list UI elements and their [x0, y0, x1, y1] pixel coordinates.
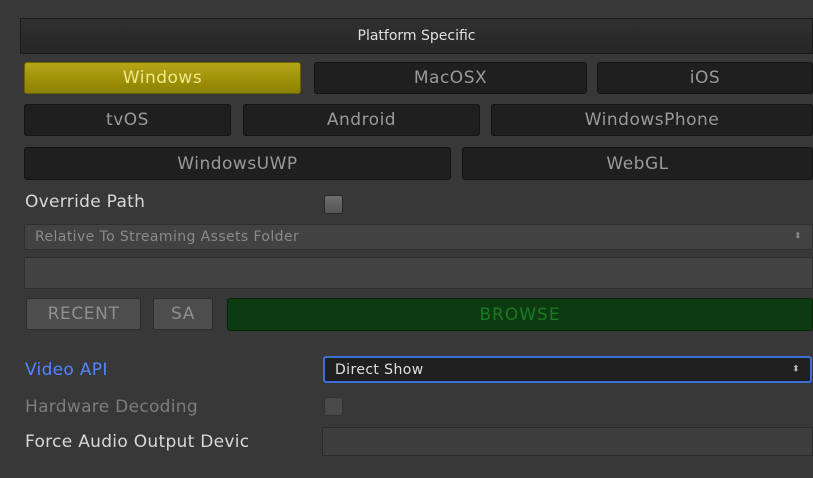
tab-windowsphone[interactable]: WindowsPhone: [491, 104, 813, 136]
section-header: Platform Specific: [20, 18, 813, 54]
path-input[interactable]: [24, 257, 813, 289]
override-path-label: Override Path: [25, 192, 146, 212]
tab-tvos[interactable]: tvOS: [24, 104, 231, 136]
recent-button[interactable]: RECENT: [26, 298, 141, 330]
tab-label: Android: [326, 110, 397, 130]
browse-button[interactable]: BROWSE: [227, 298, 813, 331]
tab-webgl[interactable]: WebGL: [462, 147, 813, 180]
video-api-value: Direct Show: [335, 361, 424, 378]
sa-button[interactable]: SA: [153, 298, 213, 330]
tab-ios[interactable]: iOS: [597, 62, 813, 94]
dropdown-arrow-icon: ⬍: [794, 231, 802, 242]
tab-android[interactable]: Android: [243, 104, 480, 136]
browse-button-label: BROWSE: [479, 304, 561, 325]
tab-label: WebGL: [606, 153, 669, 174]
tab-label: WindowsPhone: [584, 110, 720, 130]
sa-button-label: SA: [171, 304, 195, 324]
video-api-label: Video API: [25, 360, 108, 380]
hardware-decoding-label: Hardware Decoding: [25, 397, 198, 417]
tab-label: MacOSX: [413, 68, 488, 88]
section-title: Platform Specific: [357, 28, 476, 44]
tab-windows[interactable]: Windows: [24, 62, 301, 94]
hardware-decoding-checkbox[interactable]: [324, 397, 343, 416]
path-mode-dropdown[interactable]: Relative To Streaming Assets Folder ⬍: [24, 224, 813, 250]
tab-macosx[interactable]: MacOSX: [314, 62, 587, 94]
video-api-dropdown[interactable]: Direct Show ⬍: [323, 356, 812, 383]
tab-label: iOS: [689, 68, 721, 88]
path-mode-value: Relative To Streaming Assets Folder: [35, 229, 300, 245]
tab-label: WindowsUWP: [177, 153, 298, 174]
force-audio-output-input[interactable]: [322, 427, 813, 456]
recent-button-label: RECENT: [47, 304, 120, 324]
tab-label: tvOS: [106, 110, 149, 130]
tab-windowsuwp[interactable]: WindowsUWP: [24, 147, 451, 180]
tab-label: Windows: [122, 68, 203, 88]
force-audio-output-label: Force Audio Output Devic: [25, 432, 250, 452]
dropdown-arrow-icon: ⬍: [792, 364, 800, 374]
override-path-checkbox[interactable]: [324, 195, 343, 214]
